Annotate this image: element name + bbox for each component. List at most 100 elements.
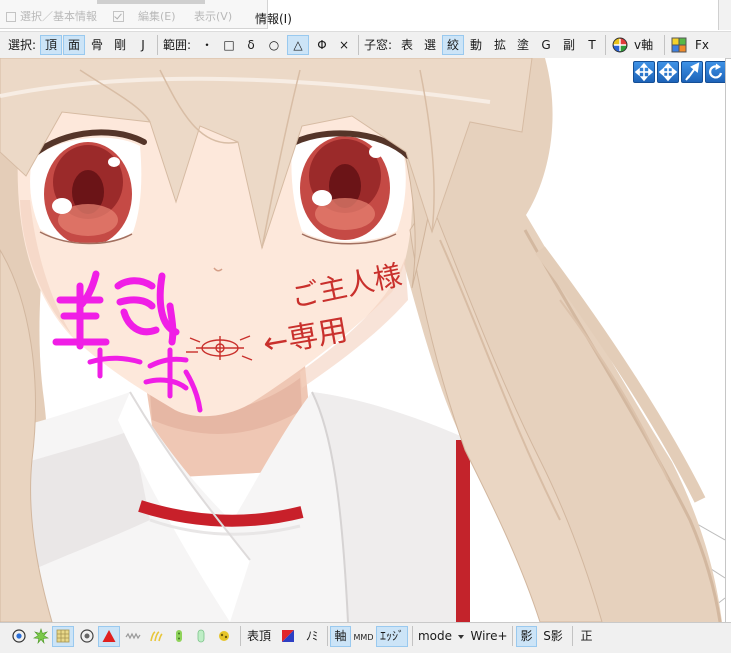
- subwindow-sub-button[interactable]: 副: [558, 35, 580, 55]
- mode-label: mode: [417, 629, 453, 643]
- toolbar-separator: [327, 626, 328, 646]
- grid-icon: [56, 629, 70, 643]
- toolbar-separator: [240, 626, 241, 646]
- toolbar-separator: [572, 626, 573, 646]
- yellow-marks-icon: [150, 631, 163, 642]
- subwindow-select-button[interactable]: 選: [419, 35, 441, 55]
- rotate-button[interactable]: [705, 61, 725, 83]
- toolbar-separator: [157, 35, 158, 55]
- range-circle-button[interactable]: ○: [263, 35, 285, 55]
- right-eye: [285, 130, 411, 245]
- toolbar-separator: [605, 35, 606, 55]
- range-clear-button[interactable]: ×: [333, 35, 355, 55]
- vertex-point-icon: [11, 629, 26, 643]
- mode-dropdown[interactable]: mode: [416, 626, 466, 647]
- range-label: 範囲:: [163, 38, 192, 52]
- mmd-icon: MMD: [354, 633, 374, 642]
- move-plane-icon: [634, 62, 654, 82]
- grid-button[interactable]: [52, 626, 74, 647]
- fx-label[interactable]: Fx: [695, 36, 709, 55]
- burst-icon: [32, 628, 49, 644]
- mmd-view-button[interactable]: MMD: [352, 626, 375, 647]
- move-all-button[interactable]: [657, 61, 679, 83]
- toolbar-separator: [512, 626, 513, 646]
- select-vertex-button[interactable]: 頂: [40, 35, 62, 55]
- checkbox-icon[interactable]: [113, 11, 124, 22]
- render-toolbar: 表頂 ﾉﾐ 軸 MMD ｴｯｼﾞ mode Wire+ 影 S影 正: [0, 622, 731, 653]
- red-blue-square-icon: [282, 630, 294, 642]
- window-icon: [6, 12, 16, 22]
- red-triangle-button[interactable]: [98, 626, 120, 647]
- model-render: ご主人様 ←専用: [0, 58, 725, 622]
- yellow-dots-button[interactable]: [213, 626, 234, 647]
- edge-toggle-button[interactable]: ｴｯｼﾞ: [376, 626, 408, 647]
- menu-bar: 選択／基本情報 編集(E) 表示(V) 情報(I): [0, 0, 731, 30]
- toolbar-separator: [664, 35, 665, 55]
- subwindow-filter-button[interactable]: 絞: [442, 35, 464, 55]
- axis-label[interactable]: v軸: [634, 36, 653, 55]
- front-view-button[interactable]: 正: [576, 626, 597, 647]
- window-drag-handle[interactable]: [97, 0, 205, 4]
- left-eye: [25, 129, 147, 245]
- direction-arrow-icon: [685, 62, 700, 81]
- axis-toggle-button[interactable]: 軸: [330, 626, 351, 647]
- vertex-point-button[interactable]: [8, 626, 29, 647]
- menu-item-view[interactable]: 表示(V): [194, 10, 232, 24]
- yellow-dots-icon: [218, 631, 229, 641]
- subwindow-label: 子窓:: [364, 38, 393, 52]
- select-face-button[interactable]: 面: [63, 35, 85, 55]
- select-joint-button[interactable]: J: [132, 35, 154, 55]
- menu-item-select-info[interactable]: 選択／基本情報: [20, 10, 97, 24]
- green-capsule-button[interactable]: [190, 626, 211, 647]
- target-button[interactable]: [76, 626, 97, 647]
- shadow-toggle-button[interactable]: 影: [516, 626, 537, 647]
- yellow-marks-button[interactable]: [145, 626, 167, 647]
- wire-plus-button[interactable]: Wire+: [469, 626, 509, 647]
- subwindow-paint-button[interactable]: 塗: [512, 35, 534, 55]
- move-plane-button[interactable]: [633, 61, 655, 83]
- nomi-button[interactable]: ﾉﾐ: [301, 626, 323, 647]
- select-bone-button[interactable]: 骨: [86, 35, 108, 55]
- subwindow-g-button[interactable]: G: [535, 35, 557, 55]
- color-square-button[interactable]: [278, 626, 298, 647]
- wave-button[interactable]: [122, 626, 144, 647]
- target-icon: [79, 629, 94, 643]
- model-viewport[interactable]: ご主人様 ←専用: [0, 58, 726, 622]
- rotate-icon: [709, 63, 723, 79]
- subwindow-scale-button[interactable]: 拡: [489, 35, 511, 55]
- green-capsule-icon: [197, 629, 204, 643]
- select-rigid-button[interactable]: 剛: [109, 35, 131, 55]
- subwindow-t-button[interactable]: T: [581, 35, 603, 55]
- range-phi-button[interactable]: Φ: [311, 35, 333, 55]
- dropdown-arrow-icon: [458, 634, 465, 639]
- fx-panel-button[interactable]: [668, 35, 690, 55]
- range-triangle-button[interactable]: △: [287, 35, 309, 55]
- mmd-icon-text: MMD: [354, 633, 374, 642]
- red-triangle-icon: [102, 630, 116, 642]
- range-delta-button[interactable]: δ: [240, 35, 262, 55]
- direction-arrow-button[interactable]: [681, 61, 703, 83]
- subwindow-table-button[interactable]: 表: [396, 35, 418, 55]
- surface-vertex-button[interactable]: 表頂: [244, 626, 274, 647]
- toolbar-separator: [358, 35, 359, 55]
- subwindow-move-button[interactable]: 動: [465, 35, 487, 55]
- burst-button[interactable]: [30, 626, 51, 647]
- faded-menu-overlay: 選択／基本情報 編集(E) 表示(V): [0, 0, 268, 29]
- window-edge: [718, 0, 731, 30]
- color-grid-icon: [671, 37, 687, 53]
- green-bean-button[interactable]: [168, 626, 189, 647]
- main-toolbar: 選択: 頂 面 骨 剛 J 範囲: ・ □ δ ○ △ Φ × 子窓: 表 選 …: [0, 31, 731, 59]
- red-trim-stripe: [456, 440, 470, 622]
- wave-icon: [125, 632, 141, 640]
- menu-item-edit[interactable]: 編集(E): [138, 10, 176, 24]
- self-shadow-button[interactable]: S影: [539, 626, 567, 647]
- green-bean-icon: [175, 630, 182, 642]
- axis-view-button[interactable]: [609, 35, 631, 55]
- move-all-icon: [658, 62, 678, 82]
- select-label: 選択:: [8, 38, 37, 52]
- color-wheel-icon: [612, 37, 628, 53]
- toolbar-separator: [412, 626, 413, 646]
- range-point-button[interactable]: ・: [196, 35, 218, 55]
- menu-item-info[interactable]: 情報(I): [255, 12, 292, 27]
- range-rect-button[interactable]: □: [218, 35, 240, 55]
